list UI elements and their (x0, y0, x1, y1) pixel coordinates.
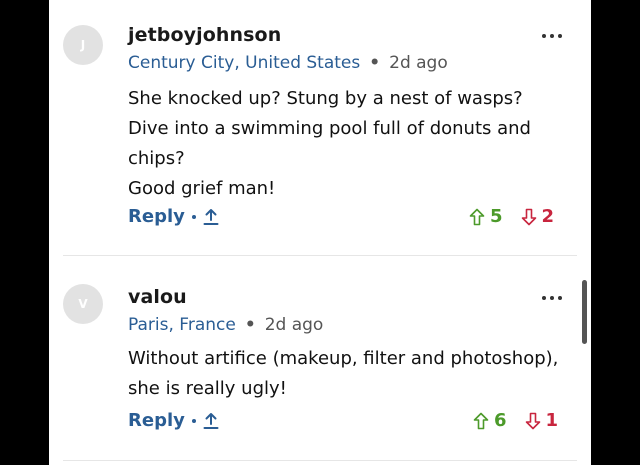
reply-button[interactable]: Reply (128, 410, 185, 431)
comment-meta: Century City, United States • 2d ago (128, 53, 448, 73)
downvote-count: 2 (541, 206, 555, 227)
upvote-count: 6 (494, 410, 507, 431)
avatar[interactable]: V (63, 284, 103, 324)
comment-location: Paris, France (128, 315, 236, 335)
downvote-arrow-icon (521, 208, 536, 225)
comment-divider (63, 460, 577, 461)
comment-actions: Reply (128, 410, 219, 431)
vote-controls: 5 2 (469, 206, 554, 227)
comment-text-line: She knocked up? Stung by a nest of wasps… (128, 88, 523, 109)
upvote-arrow-icon (473, 412, 489, 429)
comment-username[interactable]: valou (128, 286, 187, 308)
more-options-icon[interactable] (542, 31, 562, 41)
share-icon[interactable] (203, 412, 219, 430)
downvote-arrow-icon (525, 412, 540, 429)
vote-controls: 6 1 (473, 410, 558, 431)
comment-text: Without artifice (makeup, filter and pho… (128, 344, 568, 404)
comment-username[interactable]: jetboyjohnson (128, 24, 281, 46)
comment-text-line: Good grief man! (128, 178, 276, 199)
comment-time: 2d ago (389, 53, 448, 73)
downvote-button[interactable]: 2 (521, 206, 555, 227)
meta-separator: • (244, 315, 256, 335)
upvote-button[interactable]: 5 (469, 206, 503, 227)
comment-location: Century City, United States (128, 53, 361, 73)
share-icon[interactable] (203, 208, 219, 226)
action-separator-dot (191, 214, 196, 219)
upvote-arrow-icon (469, 208, 485, 225)
avatar[interactable]: J (63, 25, 103, 65)
scrollbar[interactable] (582, 280, 587, 344)
comment-text-line: Without artifice (makeup, filter and pho… (128, 348, 559, 369)
upvote-count: 5 (490, 206, 503, 227)
comment-item: V valou Paris, France • 2d ago Without art… (49, 257, 591, 465)
comment-time: 2d ago (264, 315, 324, 335)
comment-item: J jetboyjohnson Century City, United Sta… (49, 0, 591, 256)
comment-divider (63, 255, 577, 256)
downvote-button[interactable]: 1 (525, 410, 559, 431)
downvote-count: 1 (545, 410, 559, 431)
comment-text-line: she is really ugly! (128, 378, 287, 399)
action-separator-dot (191, 418, 196, 423)
comment-text-line: chips? (128, 148, 185, 169)
reply-button[interactable]: Reply (128, 206, 185, 227)
comment-meta: Paris, France • 2d ago (128, 315, 323, 335)
comment-text-line: Dive into a swimming pool full of donuts… (128, 118, 531, 139)
upvote-button[interactable]: 6 (473, 410, 507, 431)
meta-separator: • (369, 53, 381, 73)
comments-panel: J jetboyjohnson Century City, United Sta… (49, 0, 591, 465)
comment-actions: Reply (128, 206, 219, 227)
comment-text: She knocked up? Stung by a nest of wasps… (128, 84, 568, 204)
more-options-icon[interactable] (542, 293, 562, 303)
